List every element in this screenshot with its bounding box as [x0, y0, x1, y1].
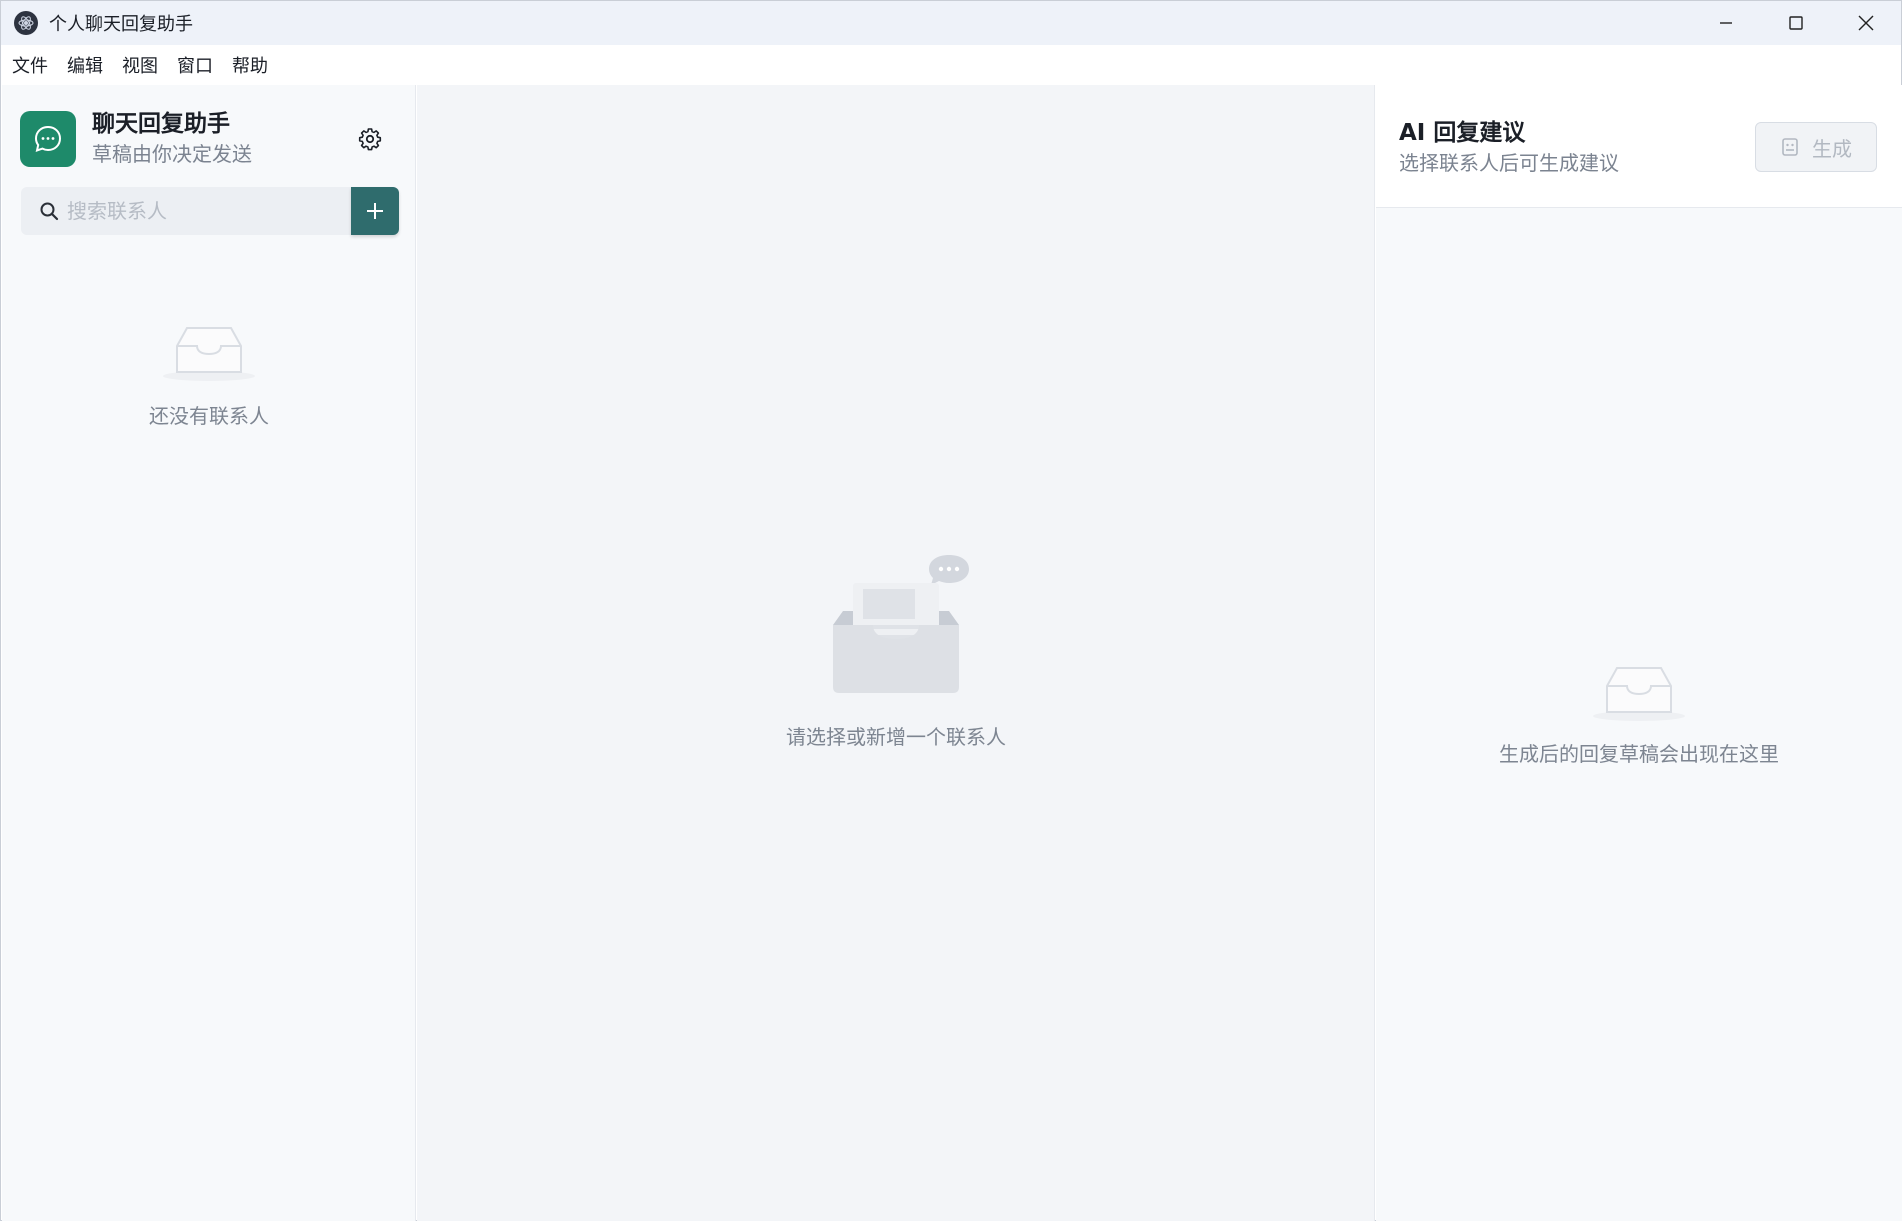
- maximize-icon: [1789, 16, 1803, 30]
- search-icon: [40, 202, 59, 221]
- conversation-panel: 请选择或新增一个联系人: [417, 85, 1375, 1221]
- minimize-icon: [1720, 22, 1732, 24]
- window-controls: [1691, 1, 1901, 45]
- contacts-sidebar: 聊天回复助手 草稿由你决定发送 搜索联系人 还没有联系人: [2, 85, 416, 1221]
- brand-name: 聊天回复助手: [92, 111, 230, 137]
- empty-inbox-icon: [1593, 667, 1685, 721]
- empty-inbox-chat-icon: [833, 555, 969, 693]
- suggestions-header: AI 回复建议 选择联系人后可生成建议 生成: [1376, 85, 1902, 208]
- close-button[interactable]: [1831, 1, 1901, 45]
- minimize-button[interactable]: [1691, 1, 1761, 45]
- generate-label: 生成: [1812, 136, 1852, 161]
- brand-subtitle: 草稿由你决定发送: [92, 142, 252, 166]
- search-row: [21, 187, 399, 236]
- menu-window[interactable]: 窗口: [177, 52, 213, 78]
- brand-text: 聊天回复助手 草稿由你决定发送: [92, 109, 252, 169]
- suggestions-empty-text: 生成后的回复草稿会出现在这里: [1499, 742, 1779, 766]
- close-icon: [1858, 15, 1874, 31]
- empty-inbox-icon: [163, 327, 255, 381]
- chat-bubble-icon: [20, 111, 76, 167]
- settings-button[interactable]: [355, 124, 385, 154]
- search-box[interactable]: [21, 187, 351, 235]
- suggestions-subtitle: 选择联系人后可生成建议: [1399, 151, 1619, 175]
- contacts-empty-state: 还没有联系人: [2, 320, 416, 429]
- app-logo-icon: [14, 11, 38, 35]
- menu-bar: 文件 编辑 视图 窗口 帮助: [1, 45, 1901, 85]
- conversation-empty-state: 请选择或新增一个联系人: [417, 553, 1375, 750]
- brand: 聊天回复助手 草稿由你决定发送: [20, 109, 252, 169]
- add-contact-button[interactable]: [351, 187, 399, 235]
- app-window: 个人聊天回复助手 文件 编辑 视图 窗口 帮助 聊天回复助手 草稿由你决定发送 …: [0, 0, 1902, 1221]
- menu-edit[interactable]: 编辑: [67, 52, 103, 78]
- maximize-button[interactable]: [1761, 1, 1831, 45]
- suggestions-panel: AI 回复建议 选择联系人后可生成建议 生成 生成后的回复草稿会出现在这里: [1376, 85, 1902, 1221]
- gear-icon: [358, 128, 382, 151]
- suggestions-empty-state: 生成后的回复草稿会出现在这里: [1376, 660, 1902, 767]
- menu-help[interactable]: 帮助: [232, 52, 268, 78]
- contacts-empty-text: 还没有联系人: [149, 404, 269, 428]
- plus-icon: [367, 203, 383, 219]
- search-input[interactable]: [67, 199, 327, 223]
- title-bar: 个人聊天回复助手: [1, 1, 1901, 45]
- robot-icon: [1782, 138, 1798, 156]
- menu-view[interactable]: 视图: [122, 52, 158, 78]
- menu-file[interactable]: 文件: [12, 52, 48, 78]
- suggestions-title: AI 回复建议: [1399, 120, 1526, 146]
- generate-button[interactable]: 生成: [1755, 122, 1877, 172]
- window-title: 个人聊天回复助手: [49, 14, 193, 35]
- conversation-empty-text: 请选择或新增一个联系人: [786, 725, 1006, 749]
